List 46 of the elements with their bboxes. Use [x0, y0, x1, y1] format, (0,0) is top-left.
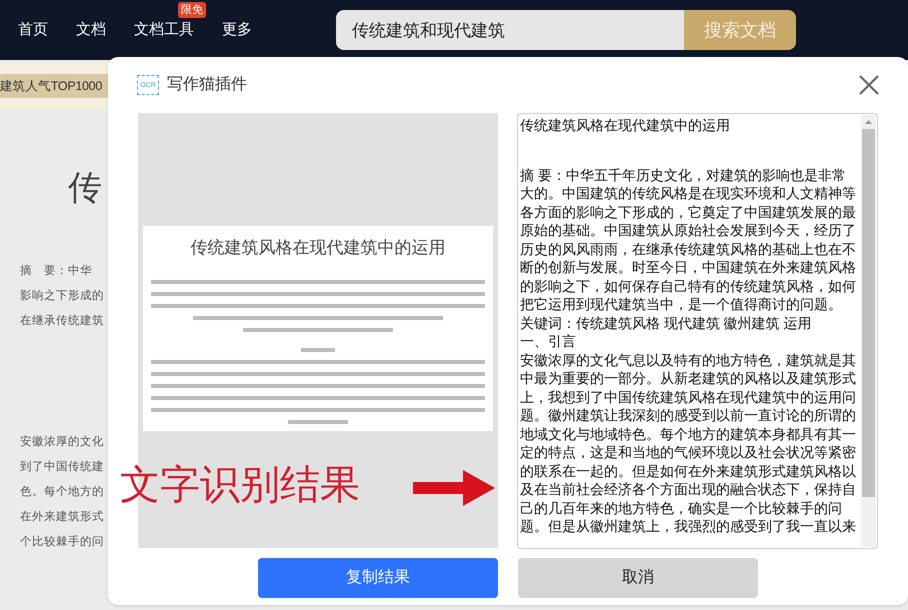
copy-button[interactable]: 复制结果 [258, 558, 498, 598]
text-line: 上，我想到了中国传统建筑风格在现代建筑中的运用问 [520, 388, 857, 406]
result-text-area[interactable] [517, 113, 878, 549]
text-line: 定的特点，这是和当地的气候环境以及社会状况等紧密 [520, 444, 857, 462]
text-line: 安徽浓厚的文化气息以及特有的地方特色，建筑就是其 [520, 352, 857, 370]
text-line: 大的。中国建筑的传统风格是在现实环境和人文精神等 [520, 185, 857, 203]
text-line: 把它运用到现代建筑当中，是一个值得商讨的问题。 [520, 296, 843, 314]
nav-link[interactable]: 更多 [222, 21, 252, 38]
close-icon[interactable] [858, 74, 880, 96]
text-line: 中最为重要的一部分。从新老建筑的风格以及建筑形式 [520, 370, 857, 388]
text-line: 断的创新与发展。时至今日，中国建筑在外来建筑风格 [520, 259, 857, 277]
text-line: 地域文化与地域特色。每个地方的建筑本身都具有其一 [520, 426, 857, 444]
tag: 建筑人气TOP1000 [0, 74, 108, 98]
document-title: 传统建筑风格在现代建筑中的运用 [190, 237, 446, 260]
page-heading: 传 [68, 167, 103, 210]
annotation-text: 文字识别结果 [120, 462, 360, 508]
arrow-icon [413, 468, 495, 508]
cancel-button[interactable]: 取消 [518, 558, 758, 598]
scrollbar[interactable] [861, 115, 876, 547]
text-line: 己的几百年来的地方特色，确实是一个比较棘手的问 [520, 500, 843, 518]
text-line: 在外来建筑形式 [20, 508, 105, 525]
text-line: 影响之下形成的 [20, 287, 105, 304]
text-line: 原始的基础。中国建筑从原始社会发展到今天，经历了 [520, 222, 857, 240]
badge: 限免 [178, 2, 206, 18]
text-line: 及在当前社会经济各个方面出现的融合状态下，保持自 [520, 481, 857, 499]
text-line: 各方面的影响之下形成的，它奠定了中国建筑发展的最 [520, 204, 857, 222]
text-line: 安徽浓厚的文化 [20, 433, 105, 450]
text-line: 一、引言 [520, 333, 577, 351]
text-line: 的影响之下，如何保存自己特有的传统建筑风格，如何 [520, 278, 857, 296]
nav-link[interactable]: 文档 [76, 21, 106, 38]
text-line: 历史的风风雨雨，在继承传统建筑风格的基础上也在不 [520, 240, 857, 258]
text-line: 个比较棘手的问 [20, 533, 105, 550]
text-line: 摘 要：中华五千年历史文化，对建筑的影响也是非常 [520, 166, 847, 184]
text-line: 题。但是从徽州建筑上，我强烈的感受到了我一直以来 [520, 518, 857, 536]
text-line: 在继承传统建筑 [20, 312, 105, 329]
text-line: 的联系在一起的。但是如何在外来建筑形式建筑风格以 [520, 462, 857, 480]
text-line: 关键词：传统建筑风格 现代建筑 徽州建筑 运用 [520, 314, 812, 332]
text-line: 题。徽州建筑让我深刻的感受到以前一直讨论的所谓的 [520, 407, 857, 425]
nav-link[interactable]: 首页 [18, 21, 48, 38]
dialog-title: 写作猫插件 [167, 75, 247, 95]
result-title: 传统建筑风格在现代建筑中的运用 [520, 117, 730, 135]
search-field[interactable]: 传统建筑和现代建筑 [336, 10, 684, 50]
text-line: 到了中国传统建 [20, 458, 105, 475]
text-line: 色。每个地方的 [20, 483, 105, 500]
nav-link[interactable]: 文档工具 [134, 21, 194, 38]
text-line: 摘 要：中华 [20, 262, 93, 279]
